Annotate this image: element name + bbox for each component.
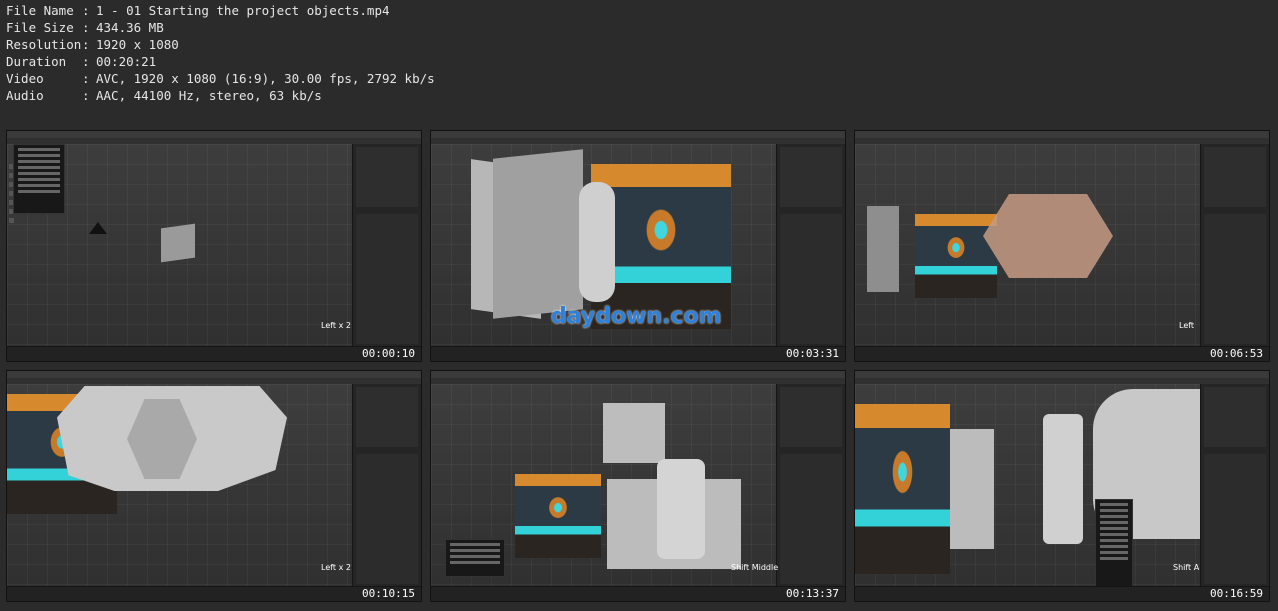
meta-value: 00:20:21 — [96, 54, 157, 69]
reference-image — [915, 214, 997, 298]
reference-image — [855, 404, 950, 574]
video-thumbnail[interactable]: Left x 2 00:10:15 — [6, 370, 422, 602]
plane-object — [603, 403, 665, 463]
video-thumbnail[interactable]: Left x 2 00:00:10 — [6, 130, 422, 362]
3d-viewport — [855, 384, 1203, 591]
meta-value: 1920 x 1080 — [96, 37, 179, 52]
video-thumbnail[interactable]: daydown.com 00:03:31 — [430, 130, 846, 362]
meta-row: Audio: AAC, 44100 Hz, stereo, 63 kb/s — [6, 88, 322, 103]
meta-value: AAC, 44100 Hz, stereo, 63 kb/s — [96, 88, 322, 103]
blender-menubar — [7, 371, 421, 378]
key-hint: Left x 2 — [321, 563, 351, 572]
camera-object — [89, 222, 107, 234]
timestamp: 00:16:59 — [1210, 587, 1263, 600]
key-hint: Shift A — [1173, 563, 1200, 572]
video-thumbnail[interactable]: Shift Middle 00:13:37 — [430, 370, 846, 602]
side-panels — [352, 384, 421, 587]
reference-image — [515, 474, 601, 558]
3d-viewport — [431, 384, 777, 587]
meta-value: 1 - 01 Starting the project objects.mp4 — [96, 3, 390, 18]
meta-row: Resolution: 1920 x 1080 — [6, 37, 179, 52]
key-hint: Left — [1179, 321, 1195, 330]
mesh-object — [657, 459, 705, 559]
timeline — [7, 346, 421, 361]
timestamp: 00:00:10 — [362, 347, 415, 360]
blender-menubar — [431, 131, 845, 138]
timeline — [855, 346, 1269, 361]
meta-key: Video — [6, 71, 44, 86]
popup-panel — [445, 539, 505, 577]
timeline — [431, 586, 845, 601]
plane-object — [867, 206, 899, 292]
side-panels — [352, 144, 421, 347]
3d-viewport — [7, 144, 353, 347]
meta-row: File Name: 1 - 01 Starting the project o… — [6, 3, 390, 18]
plane-object — [950, 429, 994, 549]
video-thumbnail[interactable]: Left 00:06:53 — [854, 130, 1270, 362]
timeline — [431, 346, 845, 361]
timeline — [7, 586, 421, 601]
file-info: File Name: 1 - 01 Starting the project o… — [6, 2, 435, 104]
cube-object — [161, 223, 195, 263]
door-frame — [579, 182, 615, 302]
add-menu — [1095, 499, 1133, 591]
timestamp: 00:10:15 — [362, 587, 415, 600]
meta-value: 434.36 MB — [96, 20, 164, 35]
side-panels — [776, 384, 845, 587]
video-thumbnail[interactable]: Shift A 00:16:59 — [854, 370, 1270, 602]
timestamp: 00:03:31 — [786, 347, 839, 360]
side-panels — [1200, 144, 1269, 347]
meta-value: AVC, 1920 x 1080 (16:9), 30.00 fps, 2792… — [96, 71, 435, 86]
meta-row: Video: AVC, 1920 x 1080 (16:9), 30.00 fp… — [6, 71, 435, 86]
meta-key: Duration — [6, 54, 67, 69]
blender-menubar — [855, 131, 1269, 138]
wall-panel — [493, 149, 583, 319]
blender-menubar — [855, 371, 1269, 378]
side-panels — [1200, 384, 1269, 587]
hexagon-object — [983, 194, 1113, 278]
3d-viewport — [855, 144, 1201, 347]
timestamp: 00:06:53 — [1210, 347, 1263, 360]
key-hint: Left x 2 — [321, 321, 351, 330]
meta-key: File Name — [6, 3, 74, 18]
key-hint: Shift Middle — [731, 563, 779, 572]
watermark: daydown.com — [551, 304, 722, 329]
meta-key: Audio — [6, 88, 44, 103]
meta-row: Duration: 00:20:21 — [6, 54, 157, 69]
blender-menubar — [7, 131, 421, 138]
meta-row: File Size: 434.36 MB — [6, 20, 164, 35]
meta-key: File Size — [6, 20, 74, 35]
door-frame — [1043, 414, 1083, 544]
3d-viewport: daydown.com — [431, 144, 777, 347]
side-panels — [776, 144, 845, 347]
dropdown-menu — [13, 144, 65, 214]
timestamp: 00:13:37 — [786, 587, 839, 600]
meta-key: Resolution — [6, 37, 82, 52]
3d-viewport — [7, 384, 353, 587]
timeline — [855, 586, 1269, 601]
blender-menubar — [431, 371, 845, 378]
